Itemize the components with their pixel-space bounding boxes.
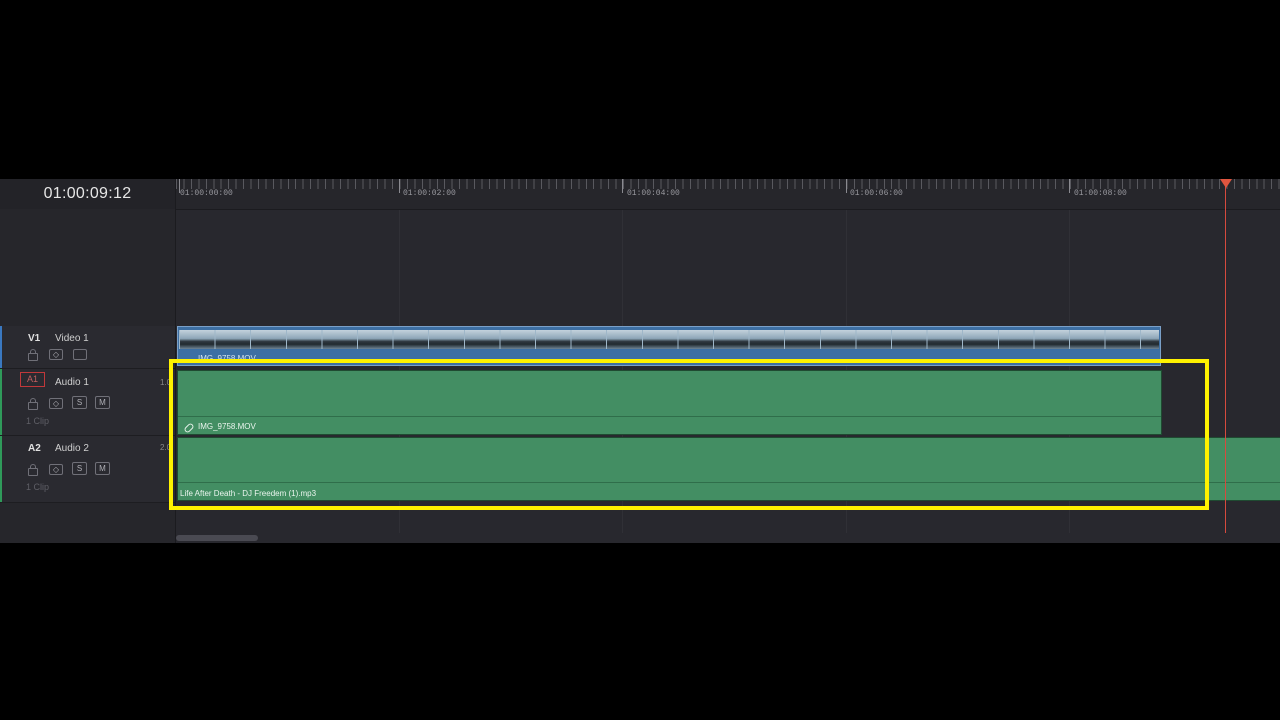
ruler-label: 01:00:00:00 — [180, 189, 233, 198]
lock-icon[interactable] — [28, 398, 38, 410]
track-header-v1[interactable]: V1 Video 1 ◇ — [0, 326, 175, 369]
solo-button[interactable]: S — [72, 396, 87, 409]
ruler-label: 01:00:08:00 — [1074, 189, 1127, 198]
auto-select-icon[interactable]: ◇ — [49, 398, 63, 409]
track-id: V1 — [28, 333, 41, 344]
horizontal-scrollbar[interactable] — [176, 535, 258, 541]
track-name[interactable]: Audio 2 — [55, 443, 89, 454]
ruler-label: 01:00:02:00 — [403, 189, 456, 198]
clip-count: 1 Clip — [26, 416, 50, 426]
track-header-a1[interactable]: A1 Audio 1 1.0 ◇ S M 1 Clip — [0, 369, 175, 436]
track-accent — [0, 369, 2, 435]
current-timecode: 01:00:09:12 — [43, 185, 132, 202]
playhead-marker[interactable] — [1220, 179, 1232, 188]
track-id: A2 — [28, 443, 41, 454]
auto-select-icon[interactable]: ◇ — [49, 464, 63, 475]
highlight-annotation — [169, 359, 1209, 510]
clip-count: 1 Clip — [26, 482, 50, 492]
track-header-a2[interactable]: A2 Audio 2 2.0 ◇ S M 1 Clip — [0, 436, 175, 503]
ruler-label: 01:00:06:00 — [850, 189, 903, 198]
ruler-major-tick — [1069, 179, 1070, 193]
track-id[interactable]: A1 — [20, 372, 45, 387]
playhead-line[interactable] — [1225, 179, 1226, 533]
lock-icon[interactable] — [28, 464, 38, 476]
track-name[interactable]: Audio 1 — [55, 377, 89, 388]
timeline-ruler[interactable]: 01:00:00:00 01:00:02:00 01:00:04:00 01:0… — [176, 179, 1280, 210]
auto-select-icon[interactable]: ◇ — [49, 349, 63, 360]
ruler-ticks — [176, 179, 1280, 189]
lock-icon[interactable] — [28, 349, 38, 361]
ruler-major-tick — [399, 179, 400, 193]
ruler-major-tick — [622, 179, 623, 193]
mute-button[interactable]: M — [95, 396, 110, 409]
track-output-icon[interactable] — [73, 349, 87, 360]
track-accent — [0, 436, 2, 502]
timecode-display: 01:00:09:12 — [0, 179, 176, 210]
track-name[interactable]: Video 1 — [55, 333, 89, 344]
ruler-label: 01:00:04:00 — [627, 189, 680, 198]
track-accent — [0, 326, 2, 368]
mute-button[interactable]: M — [95, 462, 110, 475]
ruler-major-tick — [846, 179, 847, 193]
solo-button[interactable]: S — [72, 462, 87, 475]
clip-thumbnails — [179, 330, 1159, 349]
